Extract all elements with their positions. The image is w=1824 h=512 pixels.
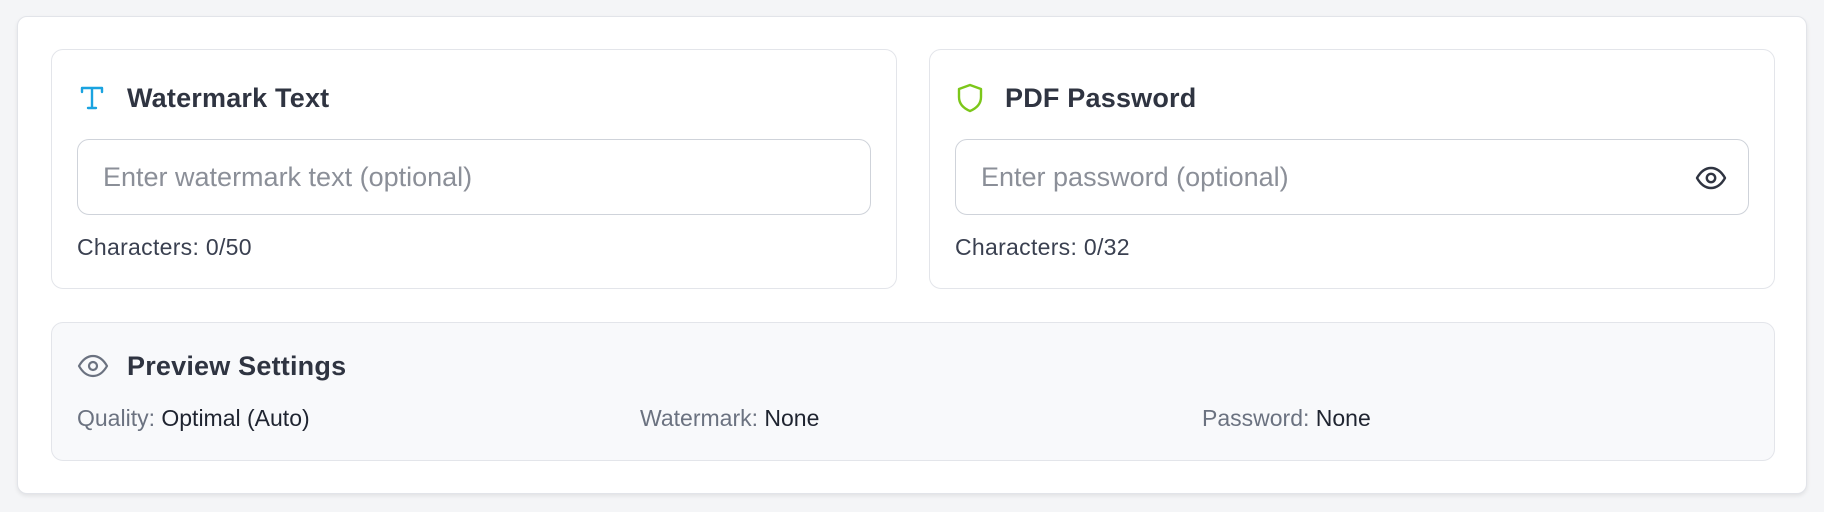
password-header: PDF Password (955, 80, 1196, 116)
watermark-char-count: Characters: 0/50 (77, 234, 252, 260)
watermark-label: Watermark: (640, 405, 765, 431)
quality-label: Quality: (77, 405, 162, 431)
preview-title: Preview Settings (127, 350, 347, 381)
preview-settings-panel: Preview Settings Quality: Optimal (Auto)… (51, 322, 1775, 461)
password-label: Password: (1202, 405, 1316, 431)
password-setting: Password: None (1202, 405, 1371, 432)
preview-header: Preview Settings (77, 348, 346, 384)
password-input-wrapper (955, 139, 1749, 215)
password-char-count: Characters: 0/32 (955, 234, 1130, 260)
watermark-panel: Watermark Text Characters: 0/50 (51, 49, 897, 289)
password-panel: PDF Password Characters: 0/32 (929, 49, 1775, 289)
watermark-header: Watermark Text (77, 80, 329, 116)
eye-icon (1695, 166, 1727, 190)
pdf-options-card: Watermark Text Characters: 0/50 PDF Pass… (17, 16, 1807, 494)
quality-setting: Quality: Optimal (Auto) (77, 405, 310, 432)
password-value: None (1315, 405, 1371, 431)
type-icon (77, 83, 107, 113)
watermark-value: None (764, 405, 820, 431)
eye-icon (77, 354, 109, 378)
password-title: PDF Password (1005, 82, 1197, 113)
watermark-input[interactable] (78, 140, 870, 214)
shield-icon (955, 83, 985, 113)
watermark-setting: Watermark: None (640, 405, 819, 432)
quality-value: Optimal (Auto) (161, 405, 310, 431)
watermark-title: Watermark Text (127, 82, 330, 113)
show-password-toggle[interactable] (1694, 162, 1728, 194)
password-input[interactable] (956, 140, 1748, 214)
watermark-input-wrapper (77, 139, 871, 215)
